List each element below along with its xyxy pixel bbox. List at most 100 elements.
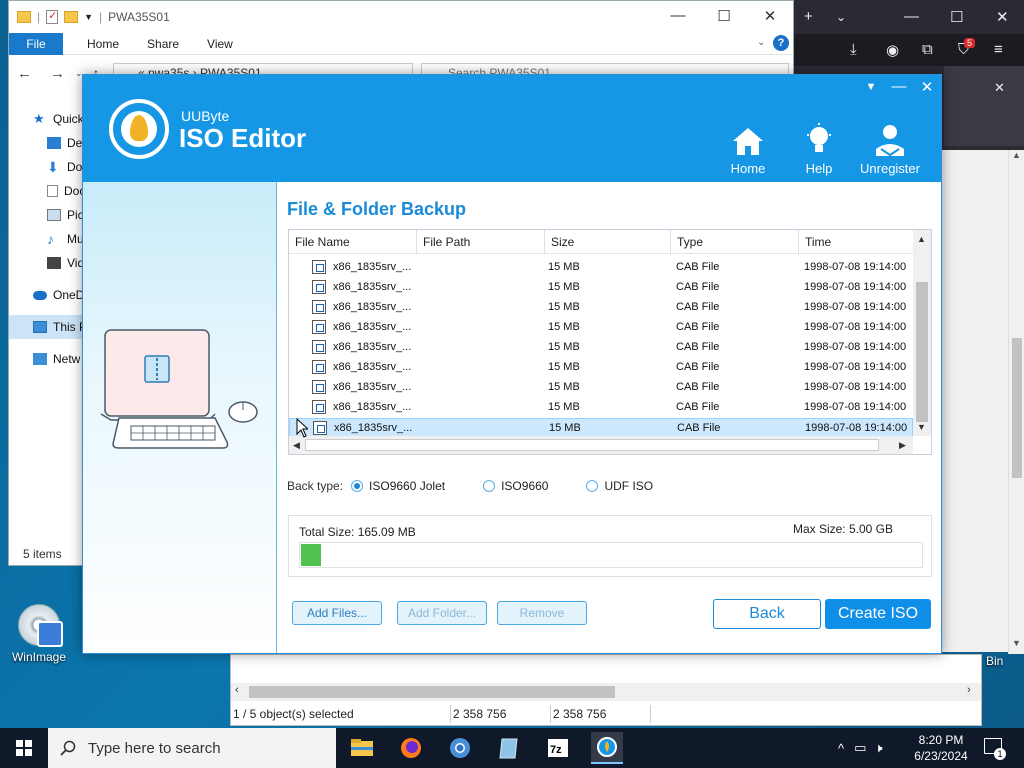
notepad-icon[interactable]: [493, 732, 525, 764]
scroll-right-icon[interactable]: ▶: [899, 440, 906, 451]
back-arrow-icon[interactable]: ←: [17, 65, 32, 82]
radio-iso9660-jolet[interactable]: ISO9660 Jolet: [351, 479, 445, 493]
search-icon: [60, 740, 76, 756]
cell-type: CAB File: [676, 361, 720, 373]
table-row[interactable]: x86_1835srv_... 15 MB CAB File 1998-07-08 1…: [289, 418, 913, 438]
cell-size: 15 MB: [548, 341, 580, 353]
scrollbar-thumb[interactable]: [1012, 338, 1022, 478]
background-vertical-scrollbar[interactable]: ▲ ▼: [1008, 150, 1024, 654]
table-vertical-scrollbar[interactable]: ▲ ▼: [913, 230, 931, 436]
create-iso-button[interactable]: Create ISO: [825, 599, 931, 629]
help-icon[interactable]: ?: [773, 35, 789, 51]
scrollbar-thumb[interactable]: [916, 282, 928, 422]
scrollbar-thumb[interactable]: [249, 686, 615, 698]
show-hidden-icons-icon[interactable]: ^: [838, 741, 844, 756]
scrollbar-thumb[interactable]: [305, 439, 879, 451]
table-row[interactable]: x86_1835srv_... 15 MB CAB File 1998-07-08 1…: [289, 358, 913, 378]
ribbon-tab-view[interactable]: View: [193, 37, 247, 51]
ribbon-tab-home[interactable]: Home: [73, 37, 133, 51]
cab-file-icon: [312, 340, 326, 354]
scroll-down-icon[interactable]: ▼: [1012, 638, 1021, 648]
column-header-time[interactable]: Time: [799, 230, 913, 254]
cell-name: x86_1835srv_...: [333, 361, 412, 373]
table-row[interactable]: x86_1835srv_... 15 MB CAB File 1998-07-08 1…: [289, 278, 913, 298]
help-nav-button[interactable]: Help: [784, 123, 854, 176]
network-tray-icon[interactable]: ▭: [854, 740, 866, 756]
menu-icon[interactable]: ≡: [994, 41, 1003, 58]
winimage-horizontal-scrollbar[interactable]: ‹ ›: [231, 683, 981, 701]
scroll-down-icon[interactable]: ▼: [917, 422, 926, 432]
nav-this-pc[interactable]: This P: [9, 315, 93, 339]
table-row[interactable]: x86_1835srv_... 15 MB CAB File 1998-07-08 1…: [289, 298, 913, 318]
radio-iso9660[interactable]: ISO9660: [483, 479, 548, 493]
add-files-button[interactable]: Add Files...: [292, 601, 382, 625]
radio-udf-iso[interactable]: UDF ISO: [586, 479, 653, 493]
close-icon[interactable]: ✕: [747, 7, 793, 25]
back-button[interactable]: Back: [713, 599, 821, 629]
cell-name: x86_1835srv_...: [333, 281, 412, 293]
table-row[interactable]: x86_1835srv_... 15 MB CAB File 1998-07-08 1…: [289, 338, 913, 358]
scroll-left-icon[interactable]: ◀: [293, 440, 300, 451]
explorer-status-count: 5 items: [23, 547, 62, 561]
volume-muted-icon[interactable]: 🕨: [874, 740, 882, 756]
column-header-size[interactable]: Size: [545, 230, 671, 254]
start-button[interactable]: [0, 728, 48, 768]
window-minimize-icon[interactable]: —: [887, 78, 911, 95]
table-row[interactable]: x86_1835srv_... 15 MB CAB File 1998-07-08 1…: [289, 378, 913, 398]
column-header-file-path[interactable]: File Path: [417, 230, 545, 254]
browser-maximize-icon[interactable]: ☐: [950, 8, 963, 26]
file-table: File Name File Path Size Type Time x86_1…: [288, 229, 932, 455]
downloads-icon[interactable]: ⤓: [850, 41, 857, 58]
7zip-icon[interactable]: 7z: [542, 732, 574, 764]
scroll-left-icon[interactable]: ‹: [235, 684, 239, 696]
table-row[interactable]: x86_1835srv_... 15 MB CAB File 1998-07-08 1…: [289, 318, 913, 338]
table-row[interactable]: x86_1835srv_... 15 MB CAB File 1998-07-08 1…: [289, 398, 913, 418]
forward-arrow-icon[interactable]: →: [50, 65, 65, 82]
winimage-desktop-shortcut[interactable]: WinImage: [4, 604, 74, 664]
user-icon: [855, 123, 925, 157]
ribbon-tab-file[interactable]: File: [9, 32, 63, 55]
firefox-icon[interactable]: [395, 732, 427, 764]
extensions-icon[interactable]: ⧉: [922, 41, 933, 58]
cell-name: x86_1835srv_...: [334, 422, 413, 434]
column-header-type[interactable]: Type: [671, 230, 799, 254]
taskbar-search-box[interactable]: Type here to search: [48, 728, 336, 768]
add-folder-button[interactable]: Add Folder...: [397, 601, 487, 625]
browser-close-icon[interactable]: ✕: [996, 8, 1009, 26]
quick-access-dropdown-icon[interactable]: ▼: [84, 12, 93, 22]
browser-minimize-icon[interactable]: —: [904, 8, 919, 25]
cell-type: CAB File: [677, 422, 721, 434]
window-menu-icon[interactable]: ▼: [859, 81, 883, 93]
maximize-icon[interactable]: ☐: [701, 7, 747, 25]
nav-label: OneD: [53, 288, 85, 302]
scroll-up-icon[interactable]: ▲: [917, 234, 926, 244]
cell-size: 15 MB: [548, 301, 580, 313]
table-row[interactable]: x86_1835srv_... 15 MB CAB File 1998-07-08 1…: [289, 258, 913, 278]
section-title: File & Folder Backup: [287, 199, 467, 219]
recycle-bin-label[interactable]: Bin: [986, 654, 1003, 668]
account-icon[interactable]: ◉: [886, 41, 899, 59]
scroll-right-icon[interactable]: ›: [967, 684, 971, 696]
minimize-icon[interactable]: —: [655, 7, 701, 24]
chrome-icon[interactable]: [444, 732, 476, 764]
unregister-nav-button[interactable]: Unregister: [855, 123, 925, 176]
ribbon-tab-share[interactable]: Share: [133, 37, 193, 51]
remove-button[interactable]: Remove: [497, 601, 587, 625]
properties-icon[interactable]: [46, 9, 59, 24]
expand-ribbon-icon[interactable]: ⌄: [757, 37, 765, 48]
home-nav-button[interactable]: Home: [713, 123, 783, 176]
window-close-icon[interactable]: ✕: [915, 78, 939, 96]
file-explorer-icon[interactable]: [346, 732, 378, 764]
panel-close-icon[interactable]: ✕: [994, 80, 1005, 96]
column-header-file-name[interactable]: File Name: [289, 230, 417, 254]
extension-badge: 5: [964, 38, 976, 48]
new-folder-icon[interactable]: [64, 11, 79, 23]
taskbar-clock[interactable]: 8:20 PM 6/23/2024: [904, 732, 978, 764]
cell-type: CAB File: [676, 381, 720, 393]
scroll-up-icon[interactable]: ▲: [1012, 150, 1021, 160]
uubyte-icon[interactable]: [591, 732, 623, 764]
table-horizontal-scrollbar[interactable]: ◀ ▶: [289, 436, 913, 454]
tab-list-icon[interactable]: ⌄: [836, 10, 846, 24]
new-tab-icon[interactable]: +: [804, 8, 813, 25]
brand-subtitle: UUByte: [181, 108, 230, 124]
